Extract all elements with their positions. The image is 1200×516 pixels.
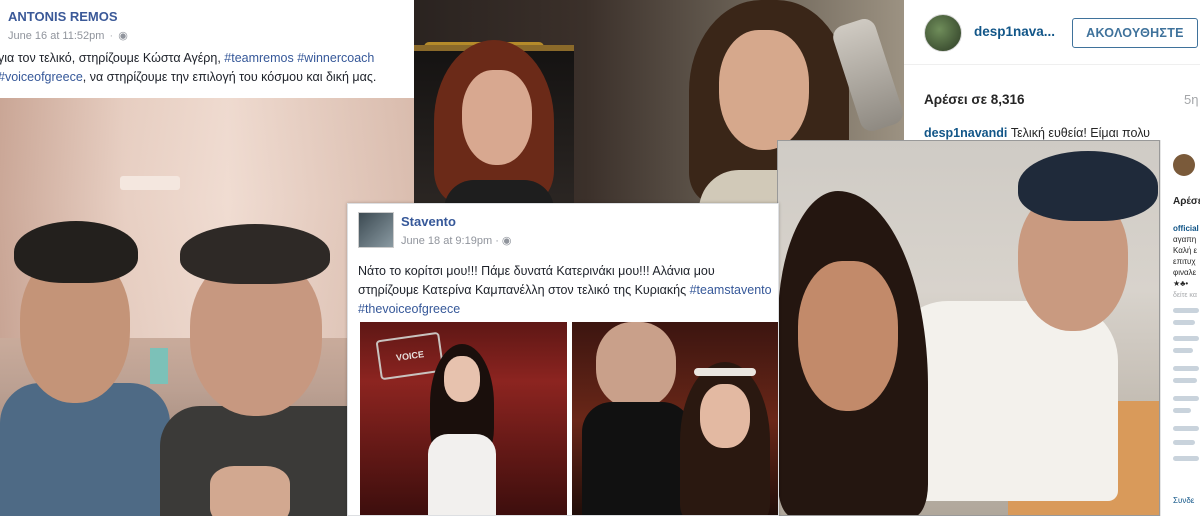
post-photo-left[interactable]: VOICE [360, 322, 567, 515]
photo-singer [422, 344, 502, 515]
hashtag-link[interactable]: #thevoiceofgreece [358, 302, 460, 316]
comment-text: φιναλε [1173, 268, 1197, 277]
stavento-facebook-post: Stavento June 18 at 9:19pm · ◉ Νάτο το κ… [347, 203, 779, 516]
avatar[interactable] [1173, 154, 1195, 176]
globe-icon: ◉ [501, 235, 512, 247]
instagram-username[interactable]: desp1nava... [974, 24, 1055, 39]
caption-text: στηρίζουμε Κατερίνα Καμπανέλλη στον τελι… [358, 283, 690, 297]
blurred-comment [1173, 336, 1199, 341]
instagram-side-panel: Αρέσει official αγαπη Καλή ε επιτυχ φινα… [1160, 140, 1200, 516]
blurred-comment [1173, 440, 1195, 445]
avatar[interactable] [358, 212, 394, 248]
photo-woman-left [424, 40, 574, 203]
blurred-comment [1173, 456, 1199, 461]
blurred-comment [1173, 396, 1199, 401]
selfie-photo[interactable] [777, 140, 1160, 516]
blurred-comment [1173, 426, 1199, 431]
hashtag-link[interactable]: #voiceofgreece [0, 70, 83, 84]
comment-text: Καλή ε [1173, 246, 1198, 255]
blurred-comment [1173, 308, 1199, 313]
login-link[interactable]: Συνδε [1173, 496, 1194, 505]
divider [904, 64, 1200, 65]
hashtag-link[interactable]: #teamstavento [690, 283, 772, 297]
comment-text: αγαπη [1173, 235, 1197, 244]
hashtag-link[interactable]: #teamremos #winnercoach [224, 51, 374, 65]
comment-text: επιτυχ [1173, 257, 1196, 266]
photo-coach [582, 322, 692, 515]
separator-dot: · [495, 235, 502, 247]
photo-lamp [120, 176, 180, 190]
view-more-link[interactable]: δείτε κα [1173, 292, 1197, 299]
likes-count[interactable]: Αρέσει σε 8,316 [924, 92, 1025, 107]
post-age: 5η [1184, 92, 1199, 107]
post-author-name[interactable]: Stavento [401, 214, 456, 229]
instagram-post-header: desp1nava... ΑΚΟΛΟΥΘΗΣΤΕ Αρέσει σε 8,316… [904, 0, 1200, 140]
blurred-comment [1173, 348, 1193, 353]
separator-dot: · [109, 30, 114, 42]
post-caption: Νάτο το κορίτσι μου!!! Πάμε δυνατά Κατερ… [358, 262, 778, 319]
post-meta: June 16 at 11:52pm · ◉ [8, 29, 128, 42]
caption-text: , να στηρίζουμε την επιλογή του κόσμου κ… [82, 70, 377, 84]
post-meta: June 18 at 9:19pm · ◉ [401, 234, 512, 247]
globe-icon: ◉ [118, 30, 128, 42]
blurred-comment [1173, 320, 1195, 325]
post-photo-right[interactable] [572, 322, 778, 515]
post-timestamp[interactable]: June 18 at 9:19pm [401, 235, 492, 247]
blurred-comment [1173, 366, 1199, 371]
blurred-comment [1173, 408, 1191, 413]
caption-text: για τον τελικό, στηρίζουμε Κώστα Αγέρη, [0, 51, 225, 65]
photo-woman [778, 191, 928, 515]
avatar[interactable] [924, 14, 962, 52]
caption-comment: desp1navandi Τελική ευθεία! Είμαι πολυ [924, 126, 1150, 140]
caption-text: Νάτο το κορίτσι μου!!! Πάμε δυνατά Κατερ… [358, 264, 715, 278]
photo-singer [680, 362, 770, 515]
comment-text: ★♣• [1173, 279, 1189, 288]
comment-username[interactable]: official [1173, 224, 1199, 233]
comment-text: Τελική ευθεία! Είμαι πολυ [1007, 126, 1151, 140]
comment-username[interactable]: desp1navandi [924, 126, 1007, 140]
post-author-name[interactable]: ANTONIS REMOS [8, 9, 118, 24]
likes-count[interactable]: Αρέσει [1173, 196, 1200, 207]
post-caption: για τον τελικό, στηρίζουμε Κώστα Αγέρη, … [0, 49, 414, 87]
follow-button[interactable]: ΑΚΟΛΟΥΘΗΣΤΕ [1072, 18, 1198, 48]
post-timestamp[interactable]: June 16 at 11:52pm [8, 30, 104, 42]
blurred-comment [1173, 378, 1197, 383]
